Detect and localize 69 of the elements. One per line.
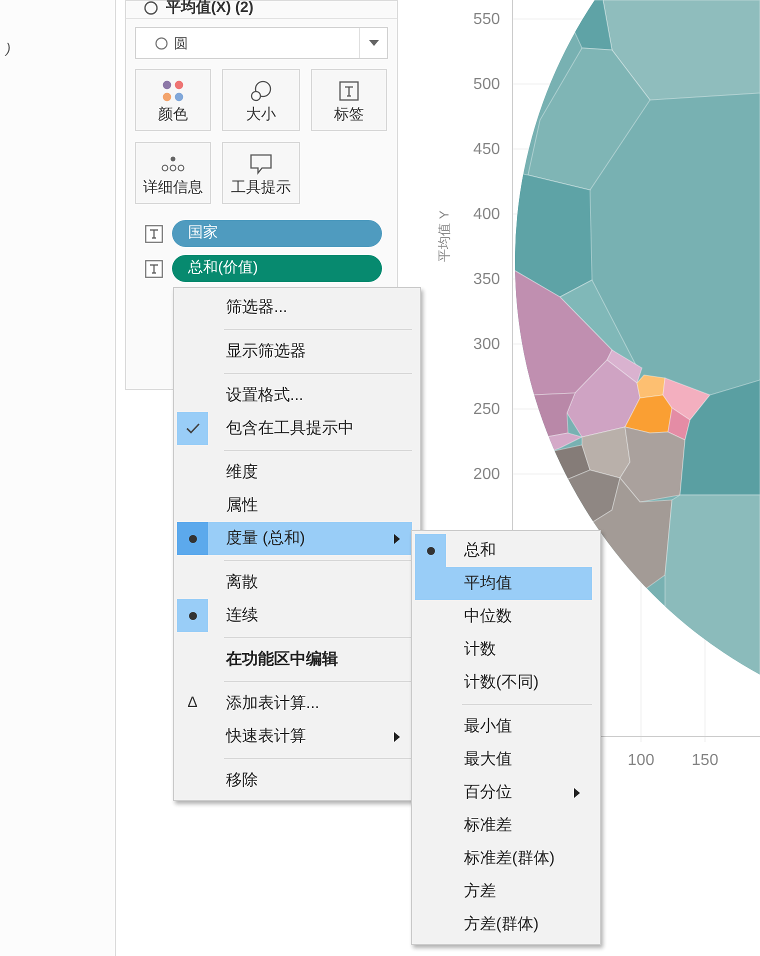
menu-item[interactable]: 平均值 (415, 567, 592, 600)
bullet-icon (426, 546, 434, 554)
menu-item[interactable]: 包含在工具提示中 (177, 412, 412, 445)
text-box-icon (339, 80, 359, 100)
menu-item[interactable]: 最小值 (415, 710, 592, 743)
delta-symbol: Δ (187, 693, 198, 714)
x-tick-label: 100 (628, 752, 654, 769)
bullet-icon (188, 612, 196, 620)
dots-icon (161, 156, 185, 172)
field-pill[interactable]: 总和(价值) (172, 255, 382, 282)
marks-button[interactable]: 详细信息 (135, 142, 211, 204)
y-tick-label: 450 (473, 141, 500, 158)
text-field-icon (145, 260, 163, 278)
menu-item[interactable]: 百分位 (415, 776, 592, 809)
chart-cell (636, 374, 666, 399)
chart-cell (606, 349, 643, 384)
menu-item[interactable]: 标准差 (415, 809, 592, 842)
menu-item[interactable]: 属性 (177, 489, 412, 522)
size-circles-icon (250, 80, 272, 102)
submenu-arrow-icon (394, 732, 400, 742)
menu-item[interactable]: 计数(不同) (415, 666, 592, 699)
marks-button[interactable]: 工具提示 (222, 142, 300, 204)
menu-item[interactable]: 标准差(群体) (415, 842, 592, 875)
caret-icon (368, 40, 378, 46)
marks-button[interactable]: 颜色 (135, 69, 211, 131)
mark-type-dropdown[interactable]: 圆 (135, 27, 388, 59)
menu-item[interactable]: 总和 (415, 534, 592, 567)
marks-button[interactable]: 标签 (311, 69, 387, 131)
menu-item[interactable]: 显示筛选器 (177, 335, 412, 368)
menu-item[interactable]: 中位数 (415, 600, 592, 633)
menu-item[interactable]: 方差 (415, 875, 592, 908)
menu-item[interactable]: 最大值 (415, 743, 592, 776)
y-tick-label: 250 (473, 401, 500, 418)
check-icon (186, 423, 200, 434)
menu-item[interactable]: 度量 (总和) (177, 522, 412, 555)
y-tick-label: 200 (473, 466, 500, 483)
menu-item[interactable]: 方差(群体) (415, 908, 592, 941)
menu-item[interactable]: Δ 添加表计算... (177, 687, 412, 720)
card-title: 平均值(X) (2) (166, 0, 254, 15)
chart-cell (662, 377, 711, 421)
submenu-arrow-icon (574, 788, 580, 798)
bullet-icon (188, 534, 196, 542)
chart-cell (582, 426, 631, 479)
menu-item[interactable]: 计数 (415, 633, 592, 666)
chart-cell (667, 407, 691, 441)
color-dots-icon (162, 80, 184, 102)
x-tick-label: 150 (692, 752, 718, 769)
menu-item[interactable]: 移除 (177, 764, 412, 797)
speech-bubble-icon (249, 152, 273, 174)
y-tick-label: 500 (473, 76, 500, 93)
y-tick-label: 400 (473, 206, 500, 223)
y-tick-label: 550 (473, 11, 500, 28)
circle-icon (144, 0, 158, 14)
menu-item[interactable]: 快速表计算 (177, 720, 412, 753)
menu-item[interactable]: 设置格式... (177, 379, 412, 412)
field-label: ) (6, 39, 11, 58)
menu-item[interactable]: 离散 (177, 566, 412, 599)
circle-icon (155, 36, 168, 50)
y-tick-label: 350 (473, 271, 500, 288)
chart-cell (624, 394, 673, 434)
menu-item[interactable]: 维度 (177, 456, 412, 489)
marks-button[interactable]: 大小 (222, 69, 300, 131)
text-field-icon (145, 224, 163, 242)
menu-item[interactable]: 在功能区中编辑 (177, 643, 412, 676)
y-tick-label: 300 (473, 336, 500, 353)
axis-title: 平均值 Y (435, 210, 452, 262)
menu-item[interactable]: 连续 (177, 599, 412, 632)
submenu-arrow-icon (394, 534, 400, 544)
menu-item[interactable]: 筛选器... (177, 291, 412, 324)
